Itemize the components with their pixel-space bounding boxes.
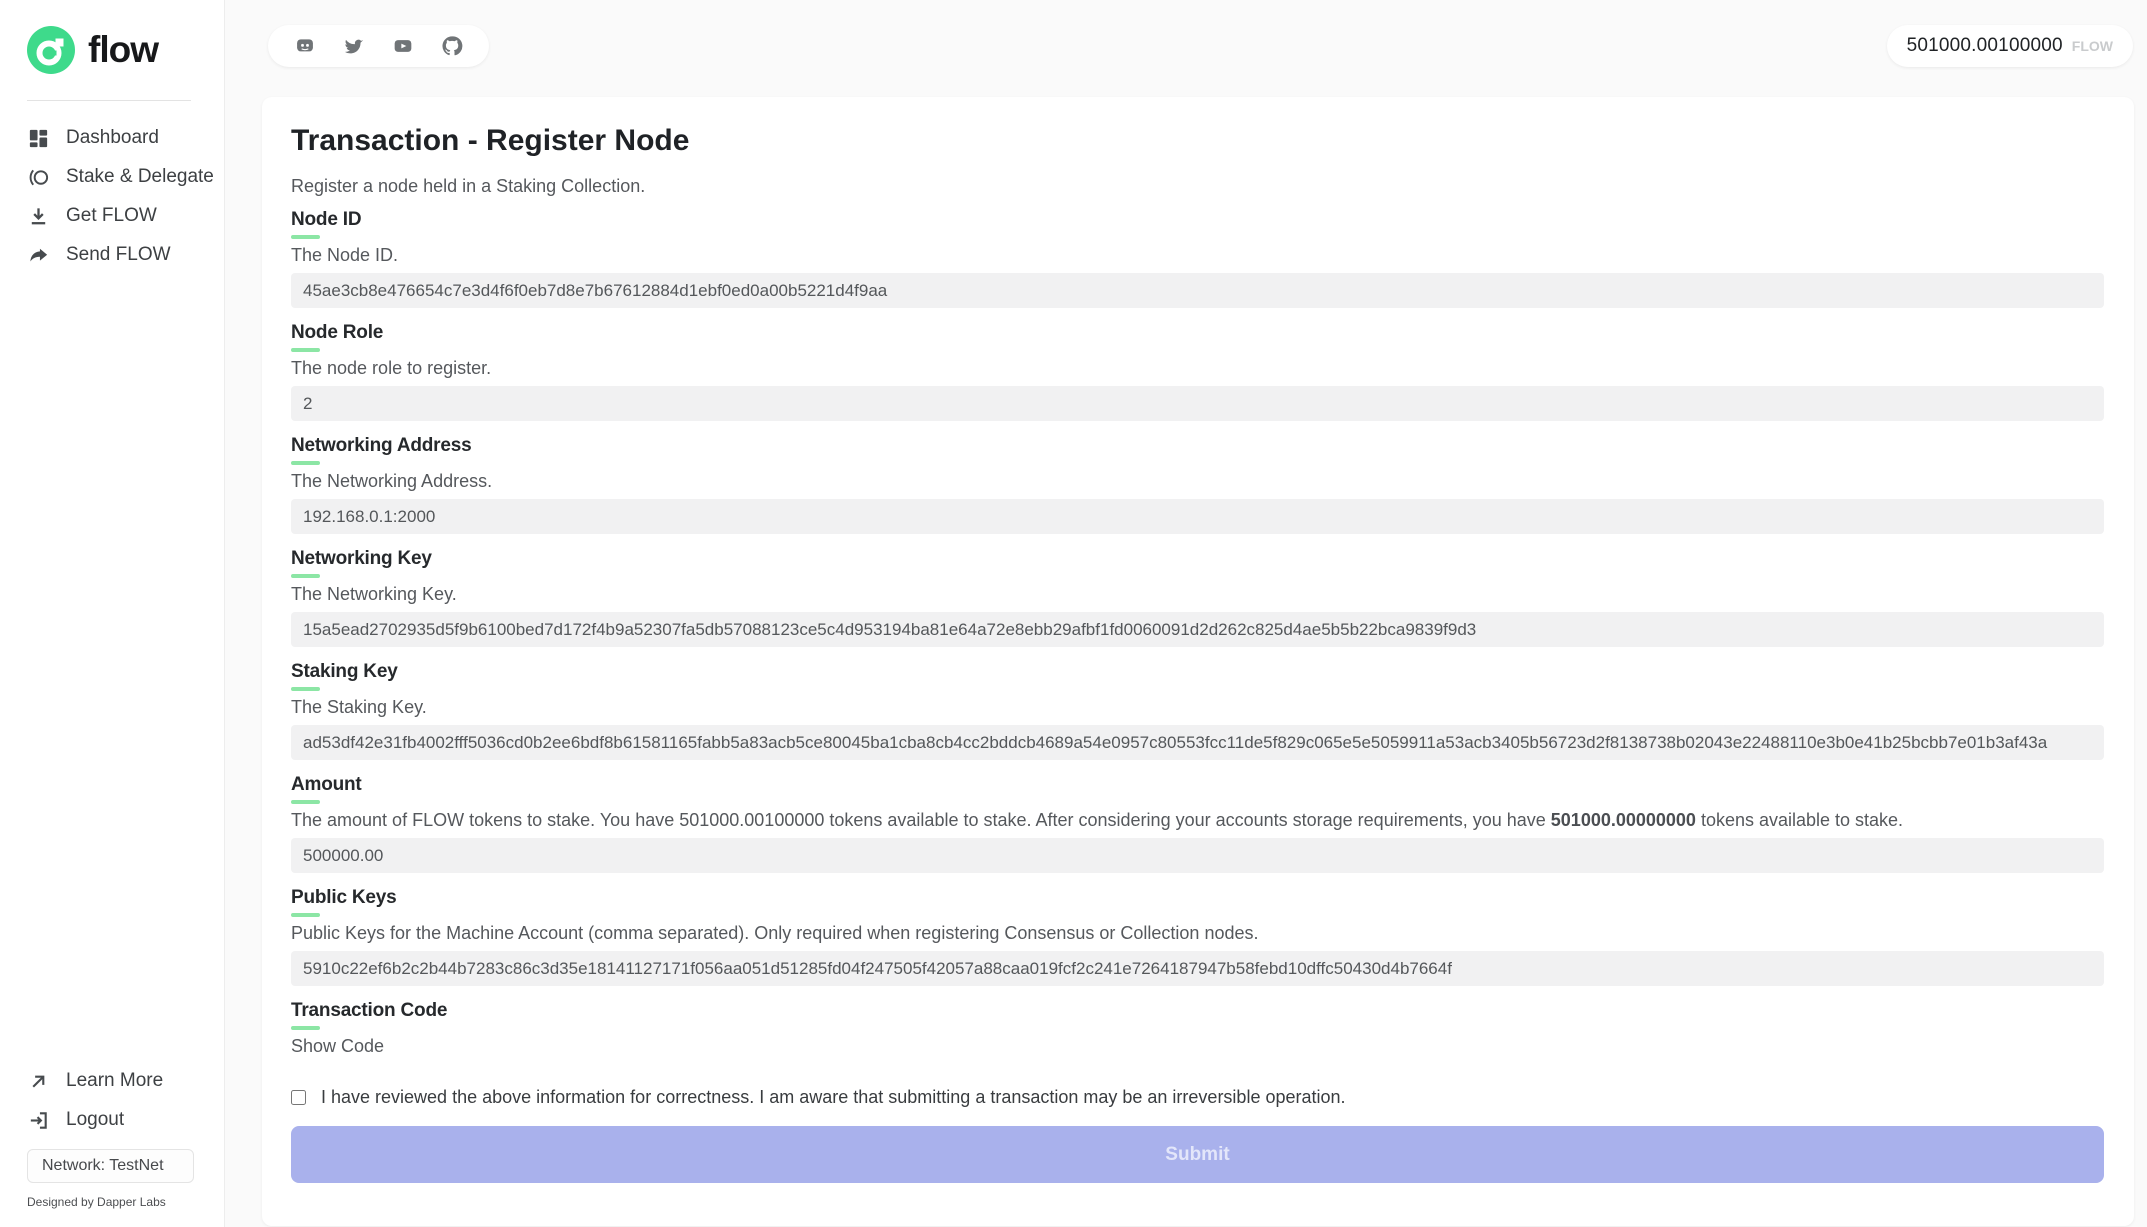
show-code-toggle[interactable]: Show Code <box>291 1036 384 1057</box>
confirmation-row: I have reviewed the above information fo… <box>291 1087 2104 1108</box>
balance-amount: 501000.00100000 <box>1907 35 2063 57</box>
sidebar-item-send-flow[interactable]: Send FLOW <box>27 240 224 270</box>
field-label: Networking Address <box>291 435 471 457</box>
form-subtitle: Register a node held in a Staking Collec… <box>291 175 2104 197</box>
field-label: Transaction Code <box>291 1000 447 1022</box>
twitter-icon[interactable] <box>343 36 365 56</box>
youtube-icon[interactable] <box>392 36 414 56</box>
public-keys-input[interactable] <box>291 951 2104 986</box>
field-description: The amount of FLOW tokens to stake. You … <box>291 809 2104 831</box>
field-networking-key: Networking Key The Networking Key. <box>291 548 2104 647</box>
topbar: 501000.00100000 FLOW <box>225 0 2147 67</box>
field-label: Node ID <box>291 209 361 231</box>
confirmation-label: I have reviewed the above information fo… <box>321 1087 1346 1108</box>
field-label: Networking Key <box>291 548 432 570</box>
sidebar-item-label: Learn More <box>66 1070 163 1092</box>
sidebar-item-label: Send FLOW <box>66 244 171 266</box>
main-content: 501000.00100000 FLOW Transaction - Regis… <box>225 0 2147 1227</box>
label-underline <box>291 687 320 691</box>
field-label: Public Keys <box>291 887 397 909</box>
stake-delegate-icon <box>27 166 50 189</box>
sidebar-item-get-flow[interactable]: Get FLOW <box>27 201 224 231</box>
field-label: Staking Key <box>291 661 398 683</box>
credit-text: Designed by Dapper Labs <box>0 1195 224 1209</box>
confirmation-checkbox[interactable] <box>291 1090 306 1105</box>
field-public-keys: Public Keys Public Keys for the Machine … <box>291 887 2104 986</box>
node-role-input[interactable] <box>291 386 2104 421</box>
staking-key-input[interactable] <box>291 725 2104 760</box>
field-node-id: Node ID The Node ID. <box>291 209 2104 308</box>
sidebar-nav: Dashboard Stake & Delegate Get FLOW <box>0 123 224 270</box>
network-badge: Network: TestNet <box>27 1149 194 1183</box>
field-amount: Amount The amount of FLOW tokens to stak… <box>291 774 2104 873</box>
field-staking-key: Staking Key The Staking Key. <box>291 661 2104 760</box>
social-links-pill <box>268 25 489 67</box>
discord-icon[interactable] <box>294 36 316 56</box>
available-balance-bold: 501000.00000000 <box>1551 810 1696 830</box>
download-icon <box>27 205 50 228</box>
flow-logo-text: flow <box>88 29 158 71</box>
sidebar: flow Dashboard Stake & Delegate <box>0 0 225 1227</box>
sidebar-divider <box>27 100 191 101</box>
external-link-icon <box>27 1070 50 1093</box>
field-description: Public Keys for the Machine Account (com… <box>291 922 2104 944</box>
field-description: The Networking Key. <box>291 583 2104 605</box>
label-underline <box>291 461 320 465</box>
sidebar-item-dashboard[interactable]: Dashboard <box>27 123 224 153</box>
sidebar-item-label: Dashboard <box>66 127 159 149</box>
flow-logo[interactable]: flow <box>0 26 224 74</box>
field-networking-address: Networking Address The Networking Addres… <box>291 435 2104 534</box>
field-node-role: Node Role The node role to register. <box>291 322 2104 421</box>
sidebar-item-learn-more[interactable]: Learn More <box>27 1066 224 1096</box>
sidebar-item-logout[interactable]: Logout <box>27 1105 224 1135</box>
label-underline <box>291 800 320 804</box>
field-description: The node role to register. <box>291 357 2104 379</box>
sidebar-item-label: Stake & Delegate <box>66 166 214 188</box>
balance-currency: FLOW <box>2072 38 2113 54</box>
label-underline <box>291 913 320 917</box>
label-underline <box>291 574 320 578</box>
field-description: The Staking Key. <box>291 696 2104 718</box>
github-icon[interactable] <box>441 36 463 56</box>
send-icon <box>27 244 50 267</box>
networking-address-input[interactable] <box>291 499 2104 534</box>
sidebar-spacer <box>0 270 224 1066</box>
flow-logo-icon <box>27 26 75 74</box>
amount-input[interactable] <box>291 838 2104 873</box>
label-underline <box>291 348 320 352</box>
sidebar-footer: Learn More Logout <box>0 1066 224 1135</box>
field-description: The Node ID. <box>291 244 2104 266</box>
dashboard-icon <box>27 127 50 150</box>
label-underline <box>291 235 320 239</box>
field-label: Node Role <box>291 322 383 344</box>
sidebar-item-stake-delegate[interactable]: Stake & Delegate <box>27 162 224 192</box>
field-transaction-code: Transaction Code Show Code <box>291 1000 2104 1057</box>
node-id-input[interactable] <box>291 273 2104 308</box>
account-balance-pill[interactable]: 501000.00100000 FLOW <box>1887 25 2133 67</box>
logout-icon <box>27 1109 50 1132</box>
transaction-form-card: Transaction - Register Node Register a n… <box>262 97 2134 1226</box>
sidebar-item-label: Logout <box>66 1109 124 1131</box>
field-description: The Networking Address. <box>291 470 2104 492</box>
submit-button[interactable]: Submit <box>291 1126 2104 1183</box>
page-title: Transaction - Register Node <box>291 123 2104 159</box>
field-label: Amount <box>291 774 362 796</box>
sidebar-item-label: Get FLOW <box>66 205 157 227</box>
networking-key-input[interactable] <box>291 612 2104 647</box>
